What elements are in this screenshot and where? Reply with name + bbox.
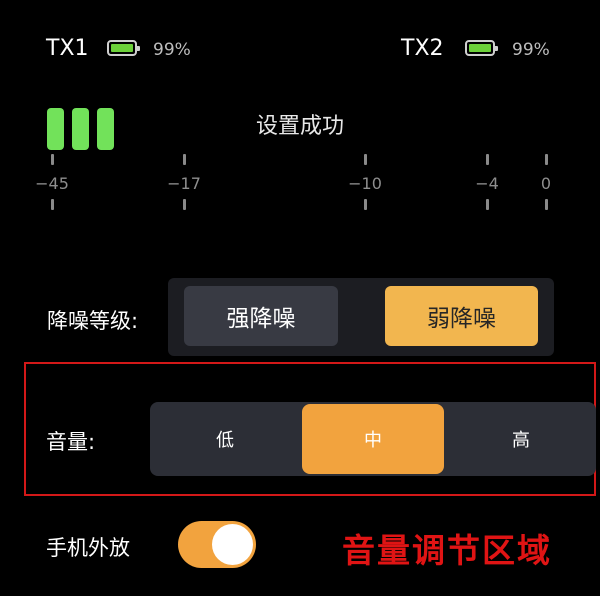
meter-tick [364, 154, 367, 165]
tx2-battery-icon [465, 40, 498, 56]
meter-tick [545, 199, 548, 210]
meter-scale-label: −45 [35, 174, 69, 193]
meter-tick [364, 199, 367, 210]
meter-scale-label: −4 [475, 174, 499, 193]
status-message: 设置成功 [255, 114, 344, 139]
toggle-knob [212, 524, 253, 565]
speaker-toggle[interactable] [178, 521, 256, 568]
volume-medium-option[interactable]: 中 [302, 404, 444, 474]
meter-scale-label: 0 [540, 174, 552, 193]
meter-tick [183, 154, 186, 165]
meter-scale-label: −17 [167, 174, 201, 193]
tx2-battery-percent: 99% [512, 40, 550, 60]
strong-noise-reduction-button[interactable]: 强降噪 [184, 286, 338, 346]
volume-label: 音量: [46, 430, 96, 454]
meter-scale-label: −10 [348, 174, 382, 193]
tx1-battery-percent: 99% [153, 40, 191, 60]
noise-reduction-label: 降噪等级: [47, 309, 139, 333]
annotation-text: 音量调节区域 [342, 531, 552, 570]
volume-low-option[interactable]: 低 [150, 402, 300, 476]
meter-tick [183, 199, 186, 210]
meter-tick [51, 154, 54, 165]
meter-tick [486, 199, 489, 210]
tx2-label: TX2 [401, 36, 444, 61]
weak-noise-reduction-button[interactable]: 弱降噪 [385, 286, 538, 346]
speaker-label: 手机外放 [46, 536, 130, 560]
meter-tick [486, 154, 489, 165]
tx1-label: TX1 [46, 36, 89, 61]
tx1-battery-icon [107, 40, 140, 56]
meter-tick [545, 154, 548, 165]
volume-high-option[interactable]: 高 [446, 402, 596, 476]
meter-tick [51, 199, 54, 210]
